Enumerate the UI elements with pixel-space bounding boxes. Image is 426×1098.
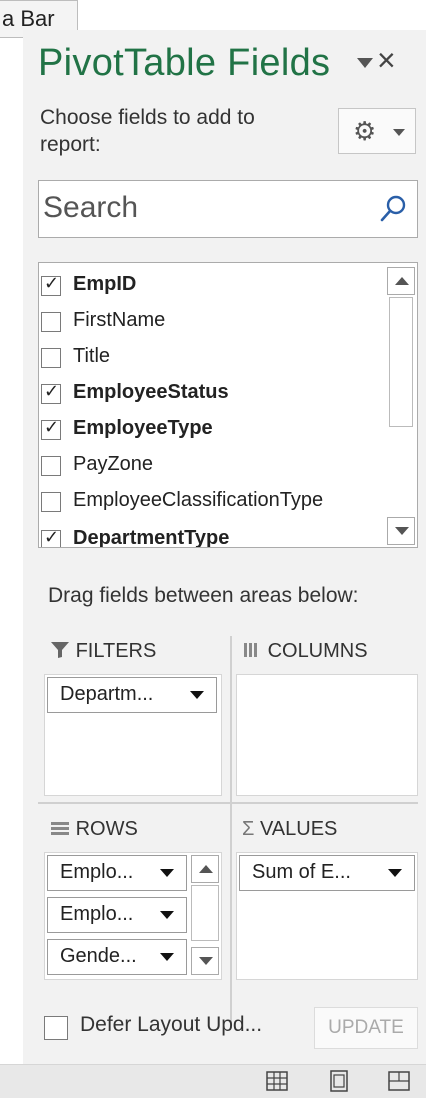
rows-icon bbox=[51, 822, 69, 835]
drag-fields-label: Drag fields between areas below: bbox=[48, 584, 359, 607]
chevron-down-icon[interactable] bbox=[388, 869, 402, 877]
field-item-employeetype[interactable]: ✓ EmployeeType bbox=[39, 413, 384, 449]
pane-options-dropdown-icon[interactable] bbox=[357, 58, 373, 68]
field-item-employeeclassificationtype[interactable]: EmployeeClassificationType bbox=[39, 485, 384, 521]
values-header: Σ VALUES bbox=[242, 818, 337, 841]
row-pill-label: Emplo... bbox=[60, 903, 134, 925]
chevron-down-icon bbox=[393, 129, 405, 136]
pane-title: PivotTable Fields bbox=[38, 42, 331, 84]
field-checkbox[interactable]: ✓ bbox=[41, 527, 61, 547]
field-label: EmployeeClassificationType bbox=[73, 489, 324, 511]
field-label: PayZone bbox=[73, 453, 154, 475]
page-break-preview-icon[interactable] bbox=[384, 1067, 414, 1095]
value-pill-label: Sum of E... bbox=[252, 861, 351, 883]
search-placeholder: Search bbox=[43, 191, 139, 224]
rows-scrollbar[interactable] bbox=[191, 855, 219, 975]
field-item-title[interactable]: Title bbox=[39, 341, 384, 377]
row-pill[interactable]: Emplo... bbox=[47, 897, 187, 933]
area-divider-horizontal bbox=[38, 802, 418, 804]
scroll-down-button[interactable] bbox=[191, 947, 219, 975]
checkmark-icon: ✓ bbox=[44, 273, 60, 293]
columns-area[interactable] bbox=[236, 674, 418, 796]
area-divider-vertical bbox=[230, 636, 232, 1028]
columns-header: COLUMNS bbox=[242, 640, 368, 663]
scroll-down-button[interactable] bbox=[387, 517, 415, 545]
arrow-down-icon bbox=[199, 957, 213, 965]
field-item-payzone[interactable]: PayZone bbox=[39, 449, 384, 485]
checkmark-icon: ✓ bbox=[44, 527, 60, 547]
field-item-firstname[interactable]: FirstName bbox=[39, 305, 384, 341]
value-pill[interactable]: Sum of E... bbox=[239, 855, 415, 891]
values-area[interactable]: Sum of E... bbox=[236, 852, 418, 980]
field-label: Title bbox=[73, 345, 111, 367]
sigma-icon: Σ bbox=[242, 818, 255, 840]
columns-icon bbox=[244, 643, 257, 657]
filters-area[interactable]: Departm... bbox=[44, 674, 222, 796]
normal-view-icon[interactable] bbox=[262, 1067, 292, 1095]
page-layout-icon[interactable] bbox=[324, 1067, 354, 1095]
field-label: FirstName bbox=[73, 309, 166, 331]
chevron-down-icon[interactable] bbox=[160, 869, 174, 877]
field-checkbox[interactable] bbox=[41, 312, 61, 332]
scroll-up-button[interactable] bbox=[191, 855, 219, 883]
field-checkbox[interactable] bbox=[41, 348, 61, 368]
arrow-up-icon bbox=[395, 277, 409, 285]
filter-icon bbox=[51, 642, 69, 658]
field-list-scrollbar[interactable] bbox=[387, 267, 415, 545]
tools-button[interactable]: ⚙ bbox=[338, 108, 416, 154]
status-bar bbox=[0, 1064, 426, 1098]
search-icon[interactable] bbox=[377, 193, 409, 225]
filters-label: FILTERS bbox=[75, 640, 157, 662]
filter-pill-label: Departm... bbox=[60, 683, 154, 705]
row-pill[interactable]: Emplo... bbox=[47, 855, 187, 891]
chevron-down-icon[interactable] bbox=[160, 953, 174, 961]
field-item-employeestatus[interactable]: ✓ EmployeeStatus bbox=[39, 377, 384, 413]
row-pill-label: Gende... bbox=[60, 945, 137, 967]
chevron-down-icon[interactable] bbox=[190, 691, 204, 699]
field-label: DepartmentType bbox=[73, 527, 230, 548]
scroll-thumb[interactable] bbox=[191, 885, 219, 941]
field-checkbox[interactable]: ✓ bbox=[41, 417, 61, 440]
values-label: VALUES bbox=[259, 818, 338, 840]
field-checkbox[interactable]: ✓ bbox=[41, 273, 61, 296]
chevron-down-icon[interactable] bbox=[160, 911, 174, 919]
field-checkbox[interactable] bbox=[41, 492, 61, 512]
search-input[interactable]: Search bbox=[38, 180, 418, 238]
field-label: EmployeeType bbox=[73, 417, 213, 439]
choose-fields-label: Choose fields to add to report: bbox=[40, 106, 255, 156]
columns-label: COLUMNS bbox=[267, 640, 368, 662]
arrow-down-icon bbox=[395, 527, 409, 535]
close-icon[interactable]: × bbox=[377, 42, 396, 78]
rows-label: ROWS bbox=[75, 818, 138, 840]
row-pill-label: Emplo... bbox=[60, 861, 134, 883]
update-button[interactable]: UPDATE bbox=[314, 1007, 418, 1049]
field-list: ✓ EmpID FirstName Title ✓ EmployeeStatus… bbox=[38, 262, 418, 548]
rows-area[interactable]: Emplo... Emplo... Gende... bbox=[44, 852, 222, 980]
field-label: EmpID bbox=[73, 273, 137, 295]
field-item-empid[interactable]: ✓ EmpID bbox=[39, 269, 384, 305]
field-checkbox[interactable] bbox=[41, 456, 61, 476]
field-checkbox[interactable]: ✓ bbox=[41, 381, 61, 404]
field-label: EmployeeStatus bbox=[73, 381, 229, 403]
filters-header: FILTERS bbox=[50, 640, 156, 663]
scroll-thumb[interactable] bbox=[389, 297, 413, 427]
checkmark-icon: ✓ bbox=[44, 381, 60, 401]
field-item-departmenttype[interactable]: ✓ DepartmentType bbox=[39, 523, 384, 548]
row-pill[interactable]: Gende... bbox=[47, 939, 187, 975]
filter-pill[interactable]: Departm... bbox=[47, 677, 217, 713]
checkmark-icon: ✓ bbox=[44, 417, 60, 437]
defer-layout-label: Defer Layout Upd... bbox=[80, 1013, 263, 1036]
gear-icon: ⚙ bbox=[353, 116, 377, 146]
defer-layout-checkbox[interactable] bbox=[44, 1016, 68, 1040]
arrow-up-icon bbox=[199, 865, 213, 873]
scroll-up-button[interactable] bbox=[387, 267, 415, 295]
rows-header: ROWS bbox=[50, 818, 138, 841]
